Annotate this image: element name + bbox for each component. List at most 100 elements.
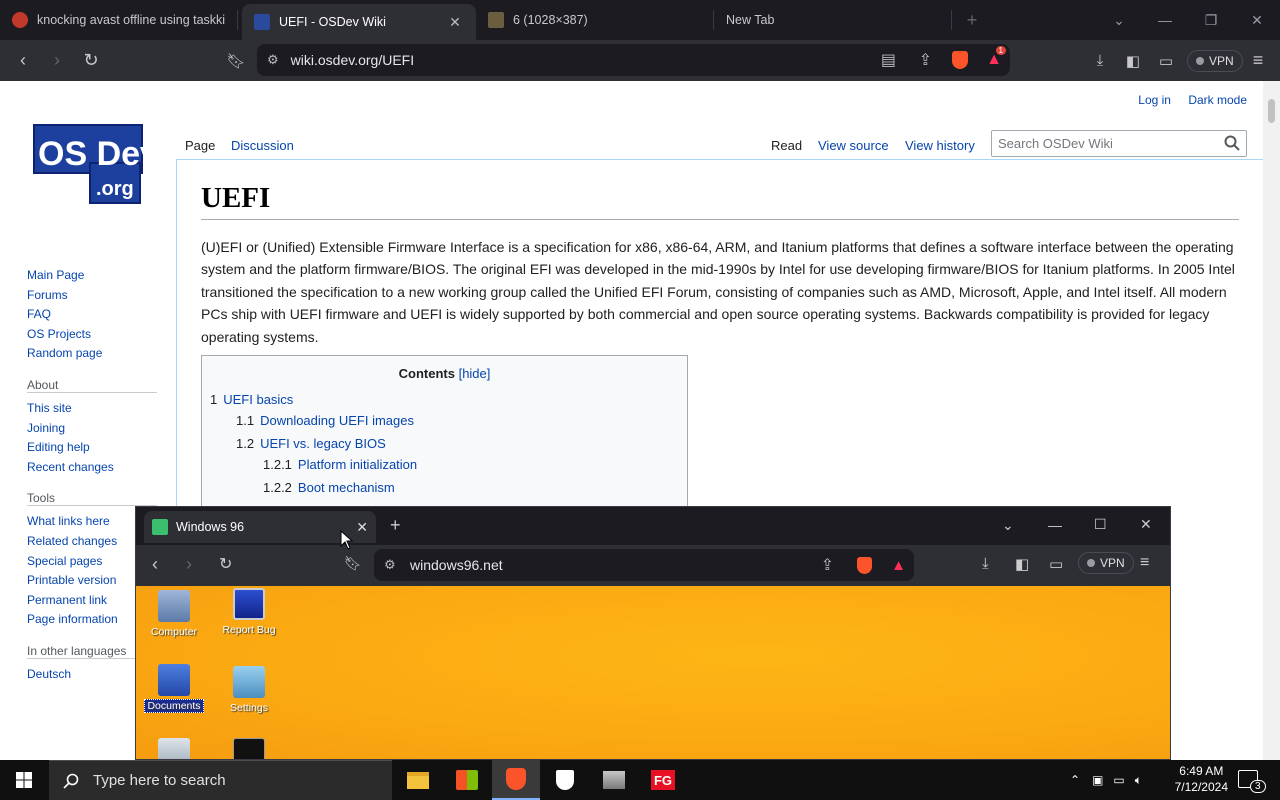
taskbar-security[interactable] [541,760,589,800]
address-bar[interactable]: ⚙ wiki.osdev.org/UEFI ▤ ⇪ ▲ 1 [257,44,1010,76]
tray-chevron-icon[interactable]: ⌃ [1070,773,1080,787]
inner-menu-icon[interactable]: ≡ [1140,554,1149,572]
dark-mode-link[interactable]: Dark mode [1188,93,1247,107]
taskbar-file-explorer[interactable] [394,760,442,800]
menu-icon[interactable]: ≡ [1241,44,1275,78]
tab-search-chevron-icon[interactable]: ⌄ [1096,0,1142,40]
inner-share-icon[interactable]: ⇪ [821,555,834,575]
minimize-icon[interactable]: — [1142,0,1188,40]
downloads-icon[interactable]: ⤓ [1083,44,1117,78]
sidebar-link[interactable]: This site [27,399,157,419]
sidebar-icon[interactable]: ◧ [1116,44,1150,78]
inner-back-icon[interactable]: ‹ [152,554,158,575]
taskbar-search-box[interactable]: Type here to search [49,760,392,800]
inner-vpn-button[interactable]: VPN [1078,552,1134,574]
toc-link[interactable]: Downloading UEFI images [260,413,414,428]
desktop-icon-computer[interactable]: Computer [142,590,206,638]
inner-tab-close-icon[interactable]: ✕ [356,519,368,536]
share-icon[interactable]: ⇪ [919,50,932,70]
inner-brave-shields-icon[interactable] [857,556,872,574]
inner-close-window-icon[interactable]: ✕ [1140,516,1152,533]
restore-icon[interactable]: ❐ [1188,0,1234,40]
desktop-icon-recycle-bin[interactable] [142,738,206,759]
sidebar-link[interactable]: FAQ [27,305,157,325]
inner-vpn-status-icon [1087,559,1095,567]
tab-read[interactable]: Read [763,138,810,161]
tab-discussion[interactable]: Discussion [223,138,302,161]
osdev-logo[interactable]: OS Dev .org [30,113,145,207]
volume-icon[interactable]: 🔈︎ [1135,773,1142,788]
new-tab-icon[interactable]: + [952,0,992,40]
inner-wallet-icon[interactable]: ▭ [1049,555,1063,573]
wiki-search-input[interactable]: Search OSDev Wiki [991,130,1247,157]
inner-new-tab-icon[interactable]: + [390,515,401,536]
close-window-icon[interactable]: ✕ [1234,0,1280,40]
inner-bookmark-icon[interactable]: 🔖︎ [344,555,362,572]
inner-maximize-icon[interactable]: ☐ [1094,516,1107,533]
inner-site-info-icon[interactable]: ⚙ [384,557,396,573]
forward-icon[interactable]: › [40,44,74,78]
windows96-desktop[interactable]: Computer Report Bug Documents Settings [136,586,1170,759]
vpn-button[interactable]: VPN [1187,49,1243,72]
sidebar-link[interactable]: Editing help [27,438,157,458]
scrollbar-thumb[interactable] [1268,99,1275,123]
desktop-icon-settings[interactable]: Settings [217,666,281,714]
back-icon[interactable]: ‹ [6,44,40,78]
inner-downloads-icon[interactable]: ⤓ [982,555,989,572]
taskbar-app-red[interactable]: FG [639,760,687,800]
toc-link[interactable]: UEFI vs. legacy BIOS [260,436,386,451]
sidebar-link[interactable]: Forums [27,286,157,306]
tray-app-icon[interactable]: ▣ [1092,773,1103,787]
browser-tab[interactable]: 6 (1028×387) [476,0,714,40]
inner-sidebar-icon[interactable]: ◧ [1015,555,1029,573]
sidebar-link[interactable]: Random page [27,344,157,364]
toc-item[interactable]: 1.2 UEFI vs. legacy BIOS [236,436,386,451]
taskbar-store[interactable] [443,760,491,800]
desktop-icon-terminal[interactable] [217,738,281,759]
inner-minimize-icon[interactable]: — [1048,517,1062,533]
reader-mode-icon[interactable]: ▤ [881,50,896,70]
toc-hide-link[interactable]: [hide] [459,366,491,381]
inner-toolbar: ‹ › ↻ 🔖︎ ⚙ windows96.net ⇪ ▲ ⤓ ◧ ▭ VPN ≡ [136,545,1170,586]
reload-icon[interactable]: ↻ [74,44,108,78]
sidebar-link[interactable]: Recent changes [27,458,157,478]
desktop-icon-documents[interactable]: Documents [142,664,206,713]
desktop-icon-report-bug[interactable]: Report Bug [217,588,281,636]
browser-tab-active[interactable]: UEFI - OSDev Wiki ✕ [242,4,476,40]
inner-tab-search-icon[interactable]: ⌄ [1002,517,1014,534]
sidebar-link[interactable]: OS Projects [27,325,157,345]
toc-link[interactable]: Platform initialization [298,457,417,472]
tab-favicon-icon [12,12,28,28]
site-info-icon[interactable]: ⚙ [267,52,279,68]
search-icon[interactable] [1224,135,1240,151]
tab-view-source[interactable]: View source [810,138,897,161]
login-link[interactable]: Log in [1138,93,1171,107]
inner-vpn-label: VPN [1100,556,1125,570]
inner-reload-icon[interactable]: ↻ [219,554,232,574]
wallet-icon[interactable]: ▭ [1149,44,1183,78]
tab-page[interactable]: Page [177,138,223,161]
tab-view-history[interactable]: View history [897,138,983,161]
taskbar-brave[interactable] [492,760,540,800]
tab-close-icon[interactable]: ✕ [446,14,464,31]
sidebar-link[interactable]: Main Page [27,266,157,286]
inner-address-bar[interactable]: ⚙ windows96.net ⇪ ▲ [374,549,914,581]
browser-tab[interactable]: New Tab [714,0,952,40]
toc-item[interactable]: 1.1 Downloading UEFI images [236,413,414,428]
windows-start-icon[interactable] [16,772,32,788]
bookmark-icon[interactable]: 🔖︎ [219,44,253,78]
brave-shields-icon[interactable] [952,51,968,69]
page-scrollbar[interactable] [1263,81,1280,760]
toc-item[interactable]: 1.2.2 Boot mechanism [263,480,395,495]
taskbar-clock[interactable]: 6:49 AM 7/12/2024 [1175,763,1228,795]
toc-item[interactable]: 1 UEFI basics [210,392,293,407]
toc-link[interactable]: UEFI basics [223,392,293,407]
browser-tab[interactable]: knocking avast offline using taskkill [0,0,238,40]
inner-rewards-icon[interactable]: ▲ [891,557,906,574]
sidebar-link[interactable]: Joining [27,419,157,439]
toc-link[interactable]: Boot mechanism [298,480,395,495]
inner-forward-icon[interactable]: › [186,554,192,575]
taskbar-app[interactable] [590,760,638,800]
toc-item[interactable]: 1.2.1 Platform initialization [263,457,417,472]
network-icon[interactable]: ▭ [1113,773,1124,787]
